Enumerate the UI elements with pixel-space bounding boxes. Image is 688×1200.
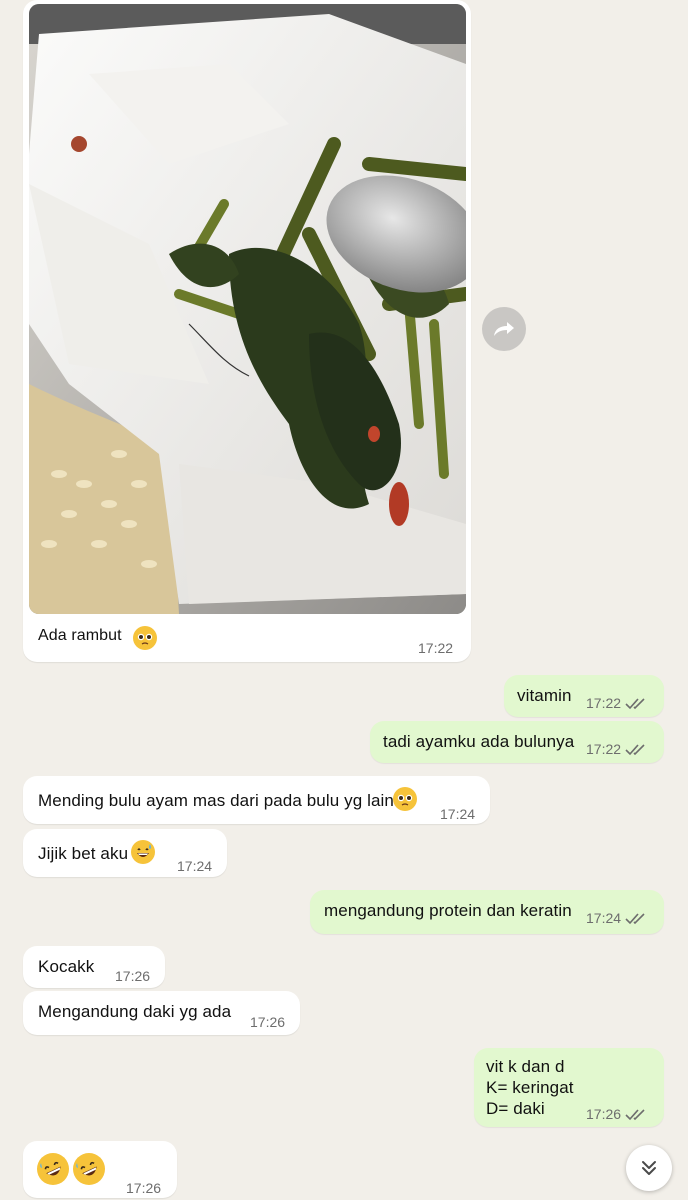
pleading-face-emoji [133,626,157,650]
food-photo[interactable] [29,4,466,614]
message-text: vitamin [517,686,572,705]
pleading-face-emoji [393,787,417,811]
double-check-icon [625,743,645,755]
message-time: 17:24 [440,806,476,822]
message-time: 17:26 [126,1180,162,1196]
outgoing-message-bubble[interactable]: vitamin 17:22 [504,675,664,717]
message-time: 17:24 [177,858,213,874]
message-time: 17:26 [586,1106,622,1122]
message-time: 17:22 [418,640,454,656]
double-chevron-down-icon [642,1161,656,1175]
message-meta: 17:22 [586,739,651,760]
message-meta: 17:22 [586,693,651,714]
message-text: tadi ayamku ada bulunya [383,732,575,751]
message-time: 17:22 [586,741,622,757]
message-text: Mengandung daki yg ada [38,1002,232,1021]
message-meta: 17:24 [586,908,651,929]
message-text: Mending bulu ayam mas dari pada bulu yg … [38,791,394,810]
forward-button[interactable] [482,307,526,351]
message-time: 17:26 [115,968,151,984]
incoming-message-bubble[interactable]: Jijik bet aku 17:24 [23,829,227,877]
grinning-sweat-face-emoji [131,840,155,864]
rolling-on-floor-laughing-emoji [73,1153,105,1185]
incoming-message-bubble[interactable]: 17:26 [23,1141,177,1198]
incoming-message-bubble[interactable]: Mengandung daki yg ada 17:26 [23,991,300,1035]
rolling-on-floor-laughing-emoji [37,1153,69,1185]
outgoing-message-bubble[interactable]: tadi ayamku ada bulunya 17:22 [370,721,664,763]
incoming-message-bubble[interactable]: Mending bulu ayam mas dari pada bulu yg … [23,776,490,824]
message-text: Kocakk [38,957,95,976]
message-time: 17:22 [586,695,622,711]
food-photo-image [29,4,466,614]
outgoing-message-bubble[interactable]: vit k dan d K= keringat D= daki 17:26 [474,1048,664,1127]
incoming-message-bubble[interactable]: Kocakk 17:26 [23,946,165,988]
message-time: 17:24 [586,910,622,926]
double-check-icon [625,697,645,709]
scroll-to-bottom-button[interactable] [626,1145,672,1191]
message-text: Jijik bet aku [38,844,129,863]
double-check-icon [625,912,645,924]
message-text: mengandung protein dan keratin [324,901,572,920]
message-text: vit k dan d K= keringat D= daki [486,1057,574,1118]
double-check-icon [625,1108,645,1120]
forward-arrow-icon [494,322,514,336]
message-text: Ada rambut [38,627,122,644]
outgoing-message-bubble[interactable]: mengandung protein dan keratin 17:24 [310,890,664,934]
message-time: 17:26 [250,1014,286,1030]
message-meta: 17:26 [586,1104,651,1125]
